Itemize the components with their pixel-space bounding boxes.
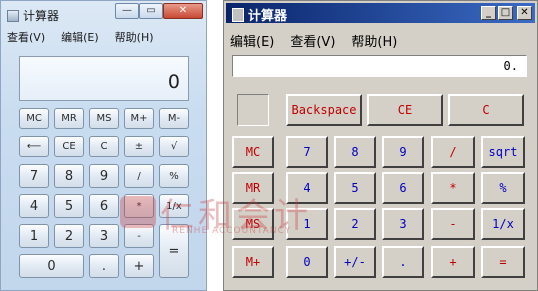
w7-6-button[interactable]: 6: [89, 194, 119, 218]
w7-ms-button[interactable]: MS: [89, 108, 119, 129]
win7-title-text: 计算器: [23, 9, 60, 23]
w7-plus-button[interactable]: +: [124, 254, 154, 278]
maximize-button[interactable]: ▭: [139, 3, 163, 19]
w7-mminus-button[interactable]: M-: [159, 108, 189, 129]
digit-2-button[interactable]: 2: [334, 208, 376, 240]
menu-edit[interactable]: 编辑(E): [61, 29, 99, 45]
classic-title: 计算器: [232, 5, 287, 24]
w7-9-button[interactable]: 9: [89, 164, 119, 188]
minimize-button[interactable]: —: [115, 3, 139, 19]
maximize-button[interactable]: □: [498, 6, 513, 20]
w7-c-button[interactable]: C: [89, 136, 119, 157]
digit-3-button[interactable]: 3: [382, 208, 424, 240]
w7-5-button[interactable]: 5: [54, 194, 84, 218]
w7-mc-button[interactable]: MC: [19, 108, 49, 129]
digit-7-button[interactable]: 7: [286, 136, 328, 168]
digit-5-button[interactable]: 5: [334, 172, 376, 204]
close-button[interactable]: ✕: [517, 6, 532, 20]
classic-display: 0.: [232, 55, 527, 77]
decimal-button[interactable]: .: [382, 246, 424, 278]
multiply-button[interactable]: *: [431, 172, 475, 204]
ce-button[interactable]: CE: [367, 94, 443, 126]
percent-button[interactable]: %: [481, 172, 525, 204]
classic-calculator-window: 计算器 _ □ ✕ 编辑(E) 查看(V) 帮助(H) 0. Backspace…: [223, 0, 538, 291]
w7-2-button[interactable]: 2: [54, 224, 84, 248]
w7-backspace-button[interactable]: ⟵: [19, 136, 49, 157]
win7-calculator-window: 计算器 — ▭ ✕ 查看(V) 编辑(E) 帮助(H) 0 MC MR MS M…: [0, 0, 207, 291]
backspace-button[interactable]: Backspace: [286, 94, 362, 126]
classic-menubar: 编辑(E) 查看(V) 帮助(H): [230, 31, 397, 50]
classic-title-text: 计算器: [248, 9, 288, 24]
classic-display-value: 0.: [503, 59, 518, 73]
memory-indicator: [237, 94, 269, 126]
minimize-button[interactable]: _: [481, 6, 496, 20]
digit-6-button[interactable]: 6: [382, 172, 424, 204]
menu-view[interactable]: 查看(V): [7, 29, 45, 45]
w7-8-button[interactable]: 8: [54, 164, 84, 188]
w7-ce-button[interactable]: CE: [54, 136, 84, 157]
c-button[interactable]: C: [448, 94, 524, 126]
plus-button[interactable]: +: [431, 246, 475, 278]
close-button[interactable]: ✕: [163, 3, 203, 19]
w7-decimal-button[interactable]: .: [89, 254, 119, 278]
menu-view[interactable]: 查看(V): [290, 31, 335, 50]
menu-help[interactable]: 帮助(H): [115, 29, 154, 45]
watermark-logo-icon: [120, 196, 156, 228]
w7-0-button[interactable]: 0: [19, 254, 84, 278]
w7-1-button[interactable]: 1: [19, 224, 49, 248]
w7-divide-button[interactable]: /: [124, 164, 154, 188]
digit-8-button[interactable]: 8: [334, 136, 376, 168]
win7-display-value: 0: [167, 71, 180, 93]
w7-negate-button[interactable]: ±: [124, 136, 154, 157]
w7-mplus-button[interactable]: M+: [124, 108, 154, 129]
menu-help[interactable]: 帮助(H): [351, 31, 397, 50]
equals-button[interactable]: =: [481, 246, 525, 278]
divide-button[interactable]: /: [431, 136, 475, 168]
w7-mr-button[interactable]: MR: [54, 108, 84, 129]
mc-button[interactable]: MC: [232, 136, 274, 168]
digit-0-button[interactable]: 0: [286, 246, 328, 278]
w7-sqrt-button[interactable]: √: [159, 136, 189, 157]
digit-9-button[interactable]: 9: [382, 136, 424, 168]
win7-display: 0: [19, 56, 189, 101]
menu-edit[interactable]: 编辑(E): [230, 31, 274, 50]
win7-menubar: 查看(V) 编辑(E) 帮助(H): [7, 29, 154, 45]
w7-7-button[interactable]: 7: [19, 164, 49, 188]
win7-titlebar: 计算器: [7, 7, 59, 24]
calculator-app-icon: [7, 9, 19, 22]
w7-percent-button[interactable]: %: [159, 164, 189, 188]
calculator-app-icon: [232, 7, 244, 22]
w7-3-button[interactable]: 3: [89, 224, 119, 248]
watermark-subtext: RENHE ACCOUNTANCY: [172, 226, 292, 236]
sqrt-button[interactable]: sqrt: [481, 136, 525, 168]
mplus-button[interactable]: M+: [232, 246, 274, 278]
classic-titlebar: 计算器 _ □ ✕: [226, 3, 535, 24]
negate-button[interactable]: +/-: [334, 246, 376, 278]
minus-button[interactable]: -: [431, 208, 475, 240]
w7-4-button[interactable]: 4: [19, 194, 49, 218]
reciprocal-button[interactable]: 1/x: [481, 208, 525, 240]
